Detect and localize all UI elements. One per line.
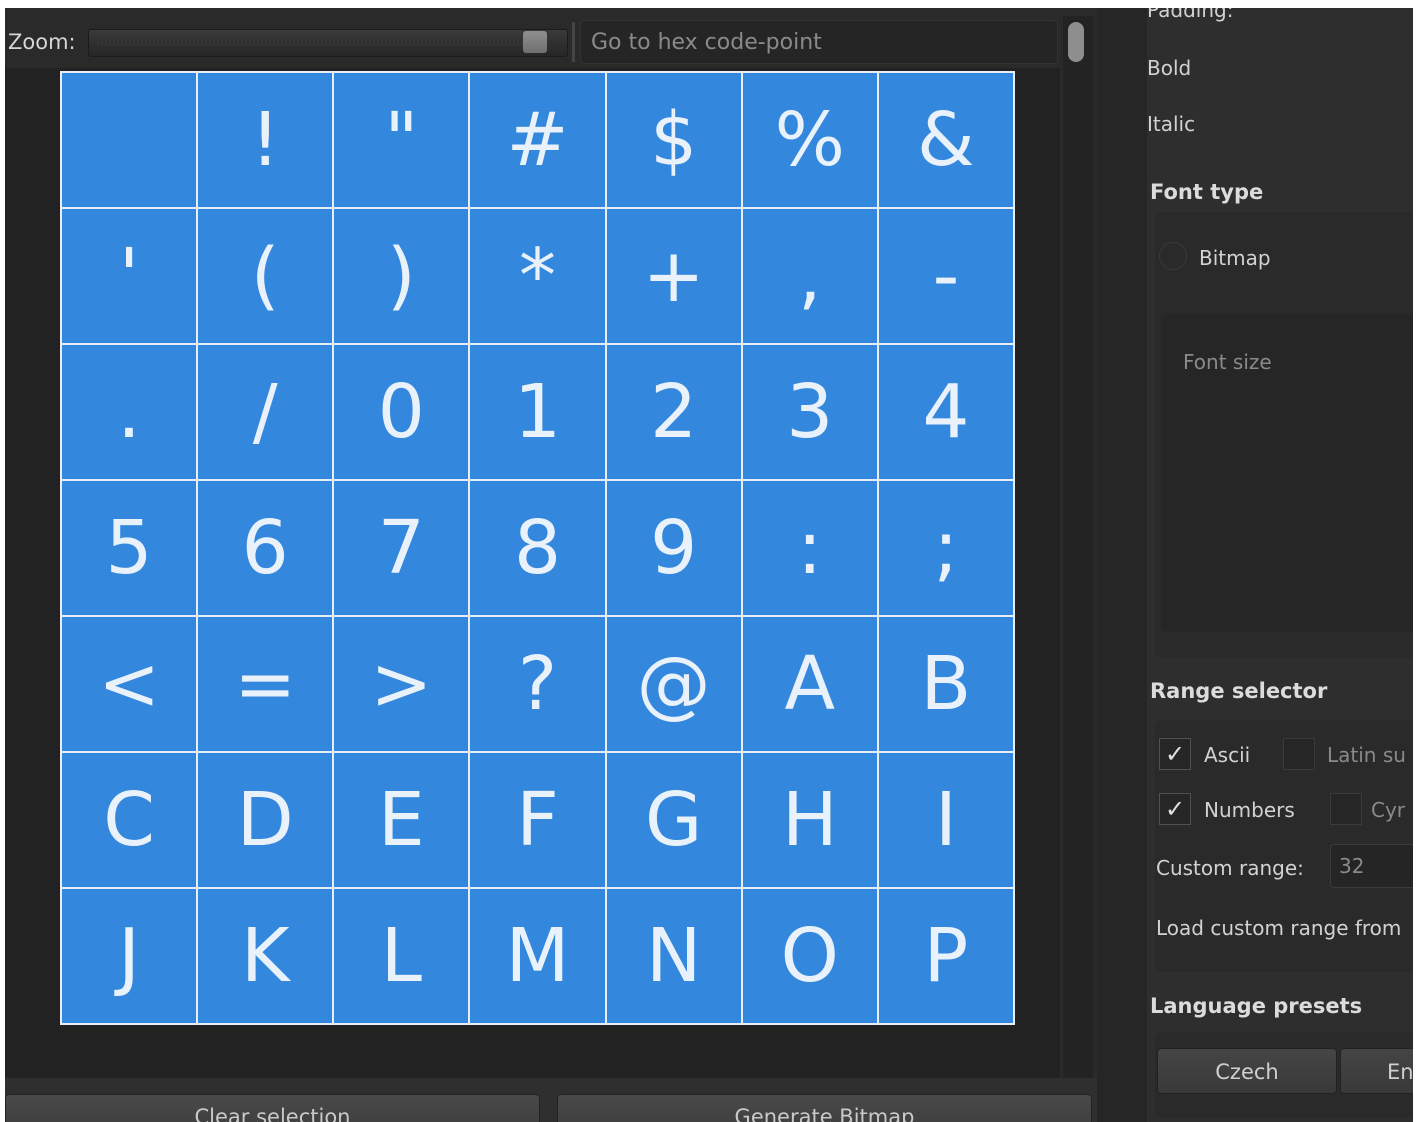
bitmap-radio[interactable]: [1159, 242, 1187, 270]
panel-divider[interactable]: [1097, 8, 1147, 1122]
check-icon: ✓: [1164, 740, 1186, 768]
italic-label: Italic: [1147, 112, 1196, 136]
glyph-cell[interactable]: 0: [334, 345, 469, 479]
glyph-cell[interactable]: <: [62, 617, 197, 751]
glyph-cell[interactable]: 6: [198, 481, 333, 615]
glyph-cell[interactable]: [62, 73, 197, 207]
glyph-cell[interactable]: %: [742, 73, 877, 207]
load-custom-range-button[interactable]: Load custom range from: [1156, 916, 1401, 940]
glyph-cell[interactable]: B: [878, 617, 1013, 751]
glyph-cell[interactable]: 5: [62, 481, 197, 615]
font-bitmap-app: Zoom: !"#$%&'()*+,-./0123456789:;<=>?@AB…: [5, 8, 1413, 1122]
glyph-cell[interactable]: ': [62, 209, 197, 343]
custom-range-label: Custom range:: [1156, 856, 1304, 880]
glyph-cell[interactable]: G: [606, 753, 741, 887]
cyrillic-label: Cyr: [1371, 798, 1406, 822]
glyph-cell[interactable]: E: [334, 753, 469, 887]
zoom-slider-groove: [97, 40, 537, 46]
latin-checkbox[interactable]: [1283, 738, 1315, 770]
glyph-cell[interactable]: #: [470, 73, 605, 207]
glyph-cell[interactable]: D: [198, 753, 333, 887]
glyph-cell[interactable]: &: [878, 73, 1013, 207]
glyph-cell[interactable]: ,: [742, 209, 877, 343]
numbers-checkbox[interactable]: ✓: [1159, 793, 1191, 825]
glyph-cell[interactable]: C: [62, 753, 197, 887]
cyrillic-checkbox[interactable]: [1330, 793, 1362, 825]
hex-code-point-input[interactable]: [580, 20, 1058, 64]
glyph-editor-panel: Zoom: !"#$%& '()*+,-./01234 56789:; <=>?@AB…: [5, 8, 1097, 1122]
properties-panel: Padding: Bold Italic Font type Bitmap Fo…: [1147, 8, 1413, 1122]
scrollbar-thumb[interactable]: [1068, 22, 1084, 62]
glyph-cell[interactable]: 2: [606, 345, 741, 479]
glyph-cell[interactable]: ): [334, 209, 469, 343]
zoom-slider-handle[interactable]: [523, 31, 547, 53]
glyph-cell[interactable]: $: [606, 73, 741, 207]
font-size-label: Font size: [1183, 350, 1272, 374]
font-type-heading: Font type: [1150, 180, 1264, 204]
numbers-label: Numbers: [1204, 798, 1295, 822]
glyph-cell[interactable]: K: [198, 889, 333, 1023]
glyph-cell[interactable]: 8: [470, 481, 605, 615]
zoom-label: Zoom:: [8, 30, 76, 54]
glyph-cell[interactable]: /: [198, 345, 333, 479]
range-selector-heading: Range selector: [1150, 679, 1328, 703]
check-icon: ✓: [1164, 795, 1186, 823]
toolbar-separator: [572, 22, 575, 62]
glyph-cell[interactable]: H: [742, 753, 877, 887]
czech-preset-button[interactable]: Czech: [1157, 1048, 1337, 1094]
language-presets-heading: Language presets: [1150, 994, 1363, 1018]
glyph-grid: ! " # $% & '() * +, -./0 1 2 3 4 5 6 7 8 9:; < = >? @ A B C D E F G H…: [60, 71, 1015, 1025]
glyph-cell[interactable]: 4: [878, 345, 1013, 479]
glyph-cell[interactable]: I: [878, 753, 1013, 887]
glyph-cell[interactable]: !: [198, 73, 333, 207]
glyph-cell[interactable]: ": [334, 73, 469, 207]
zoom-slider[interactable]: [88, 29, 568, 57]
glyph-cell[interactable]: 1: [470, 345, 605, 479]
glyph-cell[interactable]: F: [470, 753, 605, 887]
custom-range-input[interactable]: [1330, 844, 1413, 888]
glyph-cell[interactable]: N: [606, 889, 741, 1023]
glyph-cell[interactable]: :: [742, 481, 877, 615]
glyph-cell[interactable]: 3: [742, 345, 877, 479]
generate-bitmap-button[interactable]: Generate Bitmap: [557, 1094, 1092, 1122]
glyph-cell[interactable]: .: [62, 345, 197, 479]
glyph-cell[interactable]: @: [606, 617, 741, 751]
glyph-cell[interactable]: (: [198, 209, 333, 343]
clear-selection-button[interactable]: Clear selection: [5, 1094, 540, 1122]
ascii-label: Ascii: [1204, 743, 1251, 767]
glyph-cell[interactable]: ?: [470, 617, 605, 751]
glyph-cell[interactable]: ;: [878, 481, 1013, 615]
glyph-cell[interactable]: >: [334, 617, 469, 751]
padding-label: Padding:: [1147, 8, 1234, 22]
glyph-cell[interactable]: *: [470, 209, 605, 343]
glyph-cell[interactable]: P: [878, 889, 1013, 1023]
glyph-cell[interactable]: J: [62, 889, 197, 1023]
glyph-cell[interactable]: -: [878, 209, 1013, 343]
glyph-cell[interactable]: M: [470, 889, 605, 1023]
glyph-cell[interactable]: L: [334, 889, 469, 1023]
ascii-checkbox[interactable]: ✓: [1159, 738, 1191, 770]
glyph-cell[interactable]: 7: [334, 481, 469, 615]
glyph-cell[interactable]: O: [742, 889, 877, 1023]
bitmap-label: Bitmap: [1199, 246, 1271, 270]
bold-label: Bold: [1147, 56, 1192, 80]
glyph-cell[interactable]: 9: [606, 481, 741, 615]
glyph-cell[interactable]: +: [606, 209, 741, 343]
glyph-cell[interactable]: =: [198, 617, 333, 751]
english-preset-button[interactable]: En: [1340, 1048, 1413, 1094]
latin-label: Latin su: [1327, 743, 1406, 767]
glyph-cell[interactable]: A: [742, 617, 877, 751]
vertical-scrollbar[interactable]: [1063, 16, 1093, 1078]
